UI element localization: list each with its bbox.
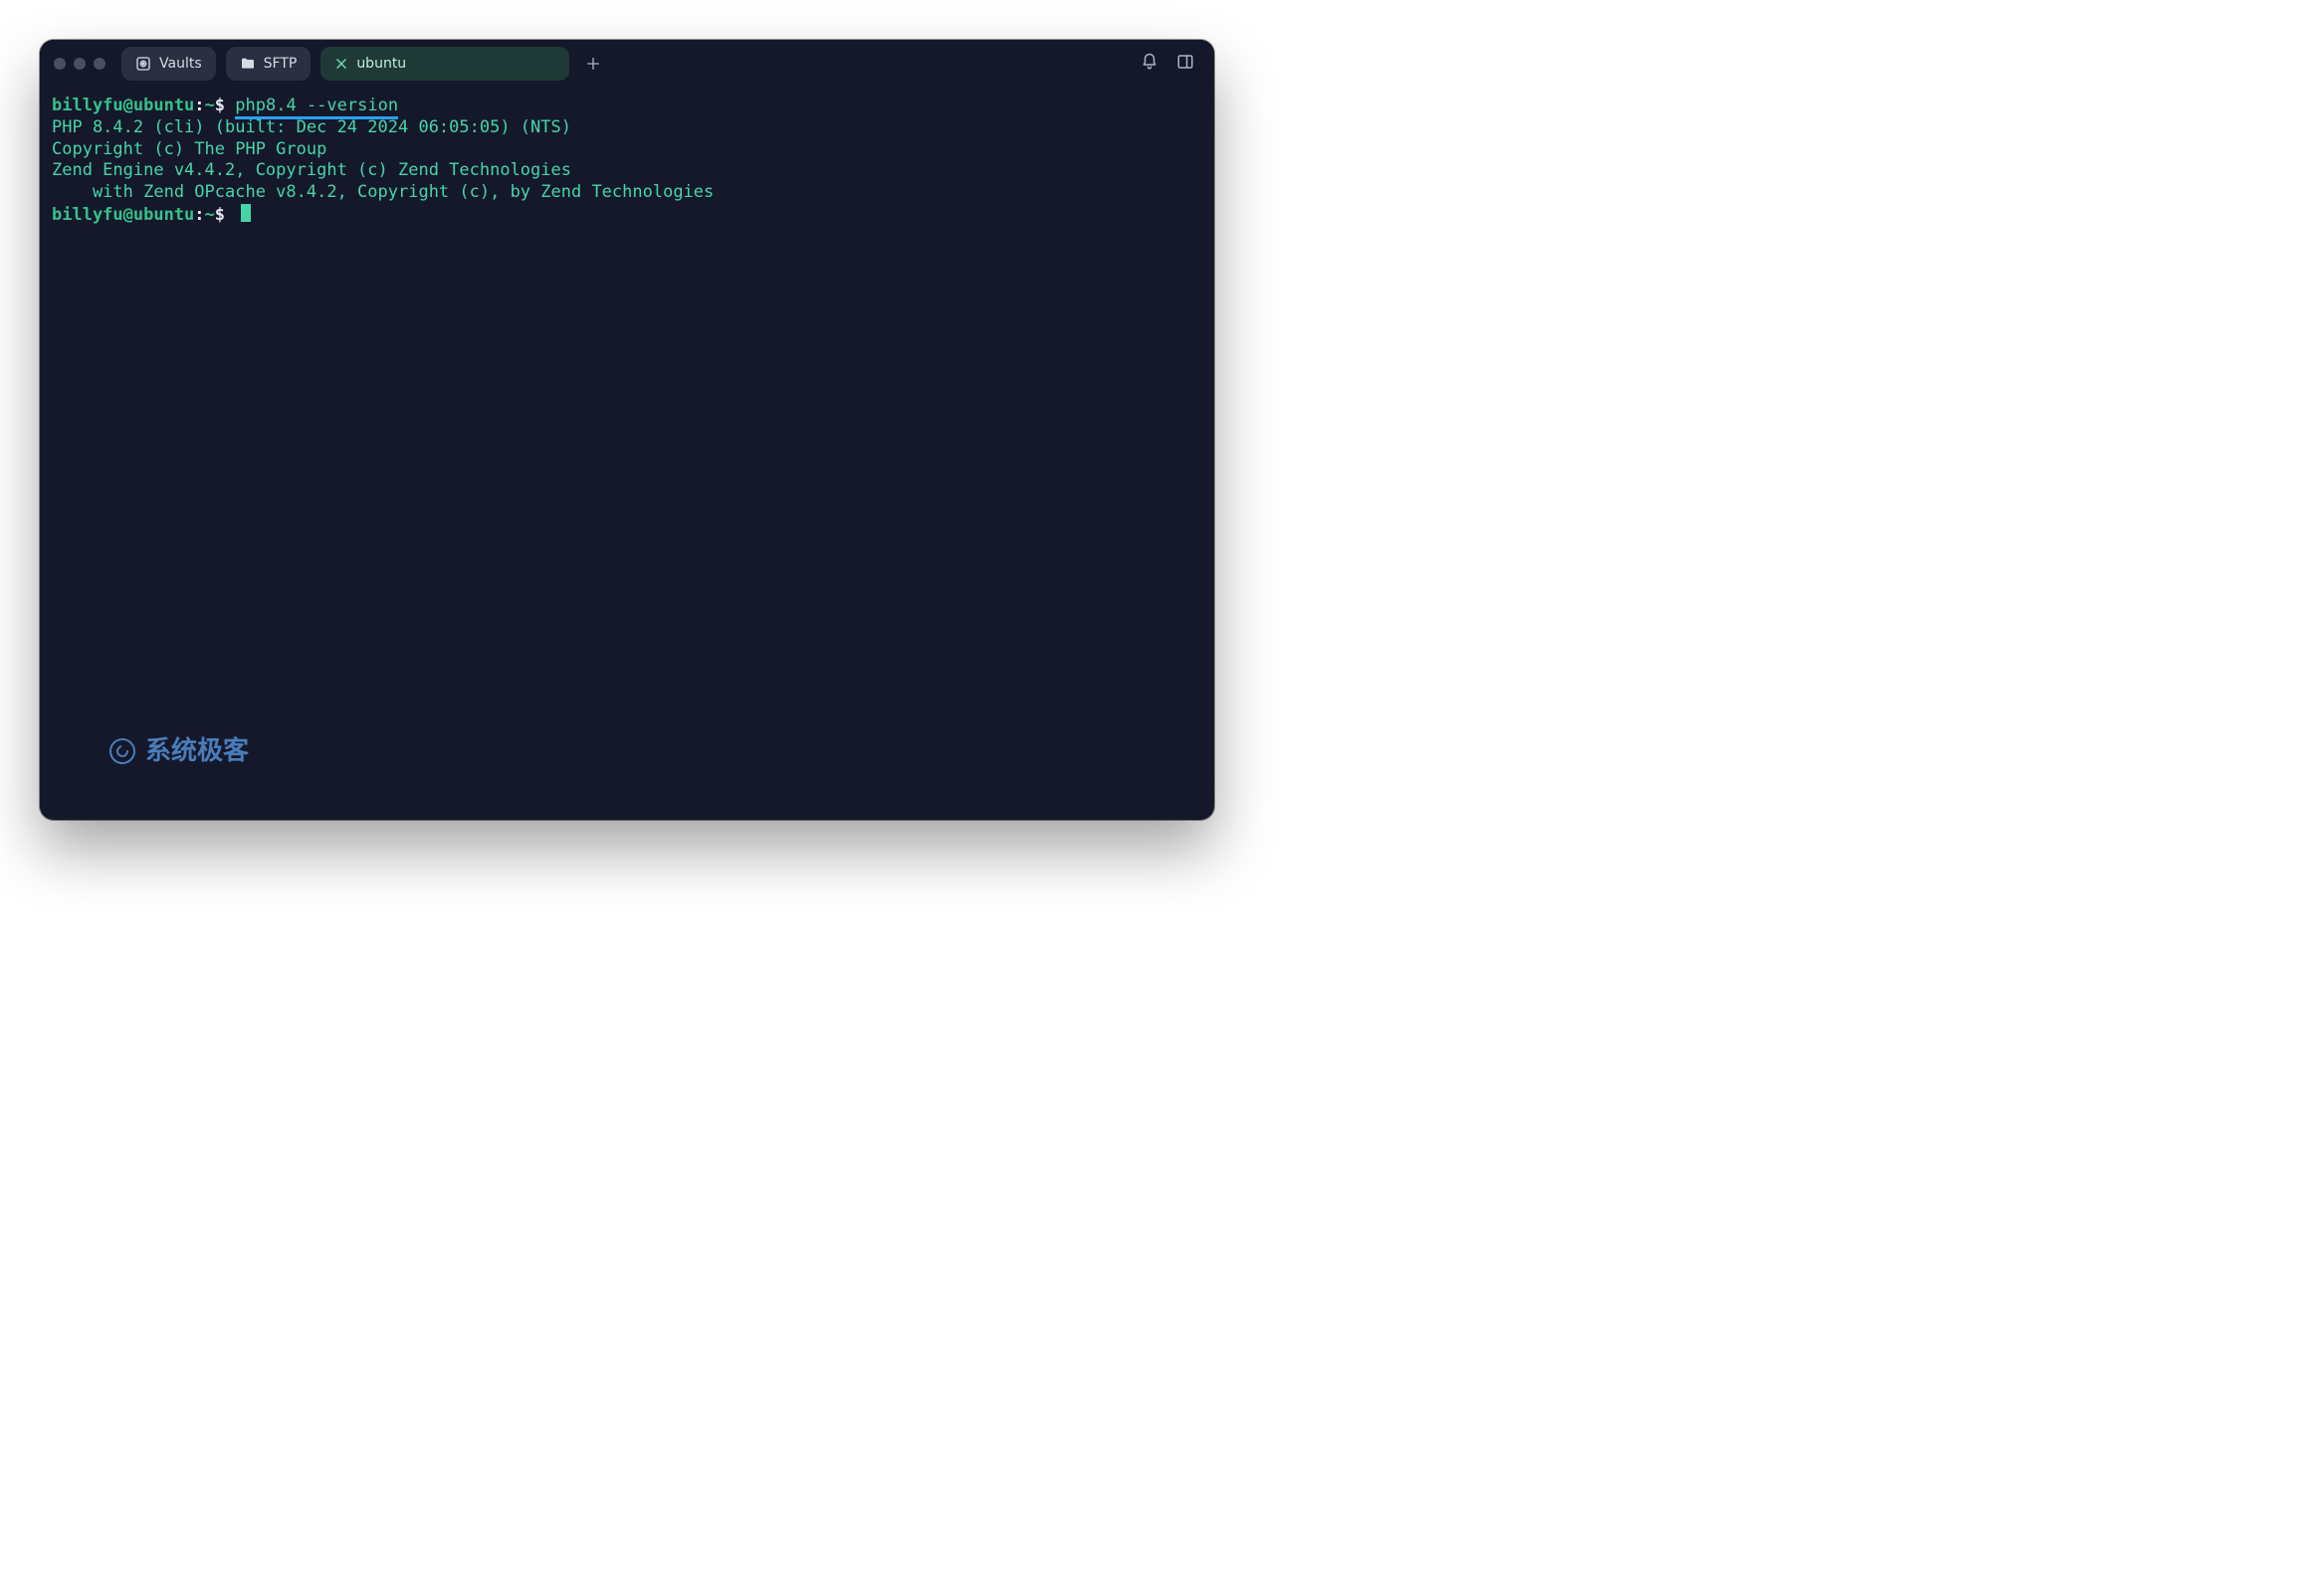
cursor — [241, 204, 251, 222]
entered-command: php8.4 --version — [235, 96, 398, 119]
prompt-path: ~ — [205, 96, 215, 115]
folder-icon — [240, 56, 256, 72]
tab-sftp[interactable]: SFTP — [226, 47, 312, 81]
prompt-path: ~ — [205, 205, 215, 225]
tab-vaults[interactable]: Vaults — [121, 47, 216, 81]
terminal-output-line: Copyright (c) The PHP Group — [52, 139, 1202, 161]
tab-ubuntu-active[interactable]: ubuntu — [320, 47, 569, 81]
tab-label: Vaults — [159, 57, 202, 71]
minimize-window-button[interactable] — [74, 58, 86, 70]
close-tab-icon[interactable] — [334, 57, 348, 71]
terminal-line: billyfu@ubuntu:~$ php8.4 --version — [52, 96, 1202, 117]
close-window-button[interactable] — [54, 58, 66, 70]
zoom-window-button[interactable] — [94, 58, 105, 70]
watermark: 系统极客 — [109, 738, 249, 764]
vault-icon — [135, 56, 151, 72]
terminal-line: billyfu@ubuntu:~$ — [52, 204, 1202, 227]
prompt-symbol: $ — [215, 205, 225, 225]
terminal-output-line: PHP 8.4.2 (cli) (built: Dec 24 2024 06:0… — [52, 117, 1202, 139]
terminal-window: Vaults SFTP ubuntu — [40, 40, 1214, 820]
watermark-logo-icon — [109, 738, 135, 764]
watermark-text: 系统极客 — [145, 738, 249, 764]
notifications-icon[interactable] — [1141, 53, 1158, 75]
tab-label: ubuntu — [356, 57, 406, 71]
titlebar: Vaults SFTP ubuntu — [40, 40, 1214, 88]
window-controls — [50, 58, 111, 70]
terminal-output-line: with Zend OPcache v8.4.2, Copyright (c),… — [52, 182, 1202, 204]
prompt-user: billyfu@ubuntu — [52, 205, 194, 225]
new-tab-button[interactable] — [579, 50, 607, 78]
prompt-symbol: $ — [215, 96, 225, 115]
terminal-output-line: Zend Engine v4.4.2, Copyright (c) Zend T… — [52, 160, 1202, 182]
terminal-viewport[interactable]: billyfu@ubuntu:~$ php8.4 --versionPHP 8.… — [40, 88, 1214, 820]
prompt-user: billyfu@ubuntu — [52, 96, 194, 115]
toggle-sidebar-icon[interactable] — [1176, 53, 1194, 75]
tab-label: SFTP — [264, 57, 298, 71]
